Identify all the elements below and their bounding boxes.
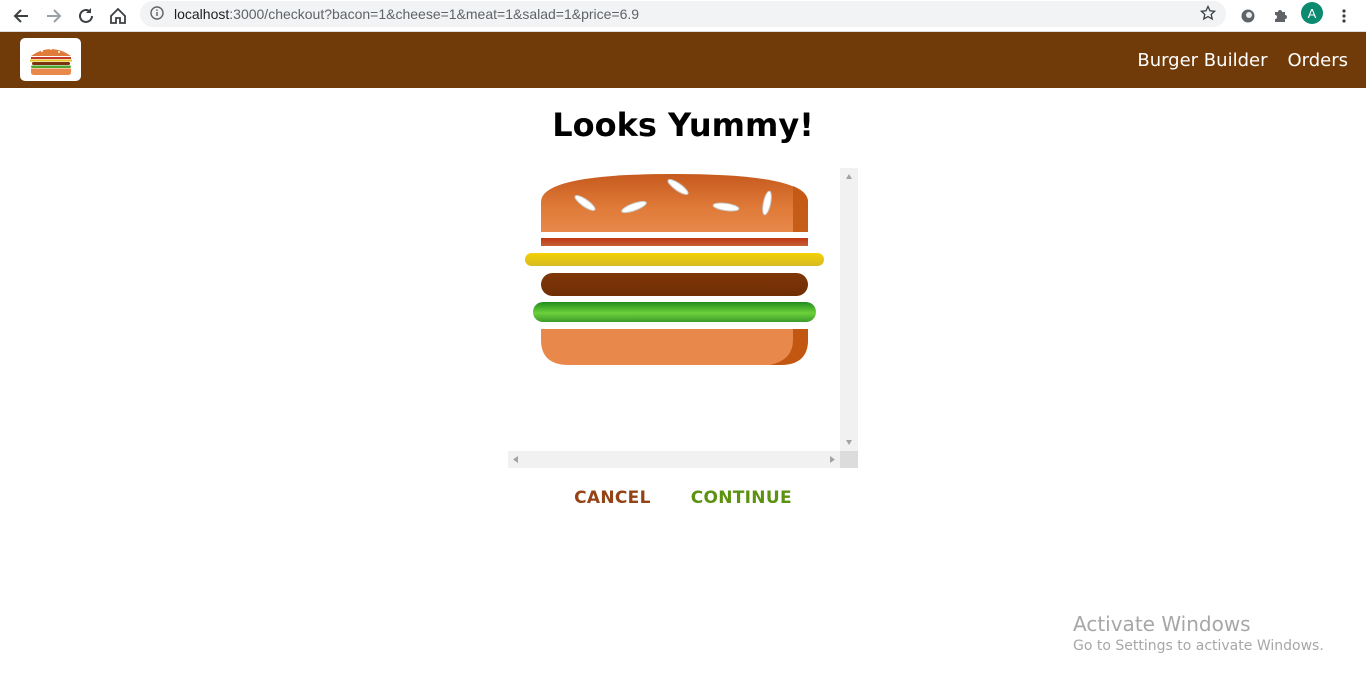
- bacon-layer: [541, 238, 808, 246]
- page-title: Looks Yummy!: [552, 106, 814, 144]
- profile-initial: A: [1307, 5, 1317, 21]
- meat-layer: [541, 273, 808, 296]
- extension-circle-icon[interactable]: [1236, 4, 1260, 28]
- nav-orders[interactable]: Orders: [1287, 50, 1348, 71]
- horizontal-scrollbar[interactable]: [508, 451, 840, 468]
- browser-chrome: localhost:3000/checkout?bacon=1&cheese=1…: [0, 0, 1366, 32]
- reload-icon[interactable]: [74, 4, 98, 28]
- url-host: localhost: [174, 6, 230, 22]
- address-bar[interactable]: localhost:3000/checkout?bacon=1&cheese=1…: [140, 1, 1226, 27]
- continue-button[interactable]: CONTINUE: [691, 488, 792, 508]
- menu-kebab-icon[interactable]: [1332, 4, 1356, 28]
- scroll-left-arrow-icon[interactable]: [513, 456, 518, 463]
- cheese-layer: [525, 253, 824, 266]
- windows-activation-watermark: Activate Windows Go to Settings to activ…: [1073, 612, 1324, 654]
- watermark-subtitle: Go to Settings to activate Windows.: [1073, 638, 1324, 654]
- app-toolbar: Burger Builder Orders: [0, 32, 1366, 88]
- burger-logo-icon[interactable]: [20, 38, 81, 81]
- url-text: localhost:3000/checkout?bacon=1&cheese=1…: [174, 6, 639, 22]
- bread-top: [541, 174, 808, 232]
- forward-arrow-icon[interactable]: [42, 4, 66, 28]
- scroll-down-arrow-icon[interactable]: [846, 440, 852, 445]
- bread-bottom: [541, 329, 808, 365]
- vertical-scrollbar[interactable]: [840, 168, 858, 451]
- puzzle-extensions-icon[interactable]: [1268, 4, 1292, 28]
- url-path: :3000/checkout?bacon=1&cheese=1&meat=1&s…: [229, 6, 640, 22]
- back-arrow-icon[interactable]: [9, 4, 33, 28]
- scroll-right-arrow-icon[interactable]: [830, 456, 835, 463]
- checkout-actions: CANCEL CONTINUE: [0, 488, 1366, 508]
- bookmark-star-icon[interactable]: [1199, 4, 1217, 26]
- home-icon[interactable]: [106, 4, 130, 28]
- cancel-button[interactable]: CANCEL: [574, 488, 651, 508]
- scroll-up-arrow-icon[interactable]: [846, 174, 852, 179]
- burger-illustration: [525, 174, 824, 365]
- scrollbar-corner: [840, 451, 858, 468]
- burger-preview: [508, 168, 858, 468]
- nav-burger-builder[interactable]: Burger Builder: [1137, 50, 1267, 71]
- main-nav: Burger Builder Orders: [1137, 32, 1348, 88]
- profile-avatar[interactable]: A: [1301, 2, 1323, 24]
- watermark-title: Activate Windows: [1073, 612, 1251, 636]
- salad-layer: [533, 302, 816, 322]
- info-icon[interactable]: [150, 6, 164, 25]
